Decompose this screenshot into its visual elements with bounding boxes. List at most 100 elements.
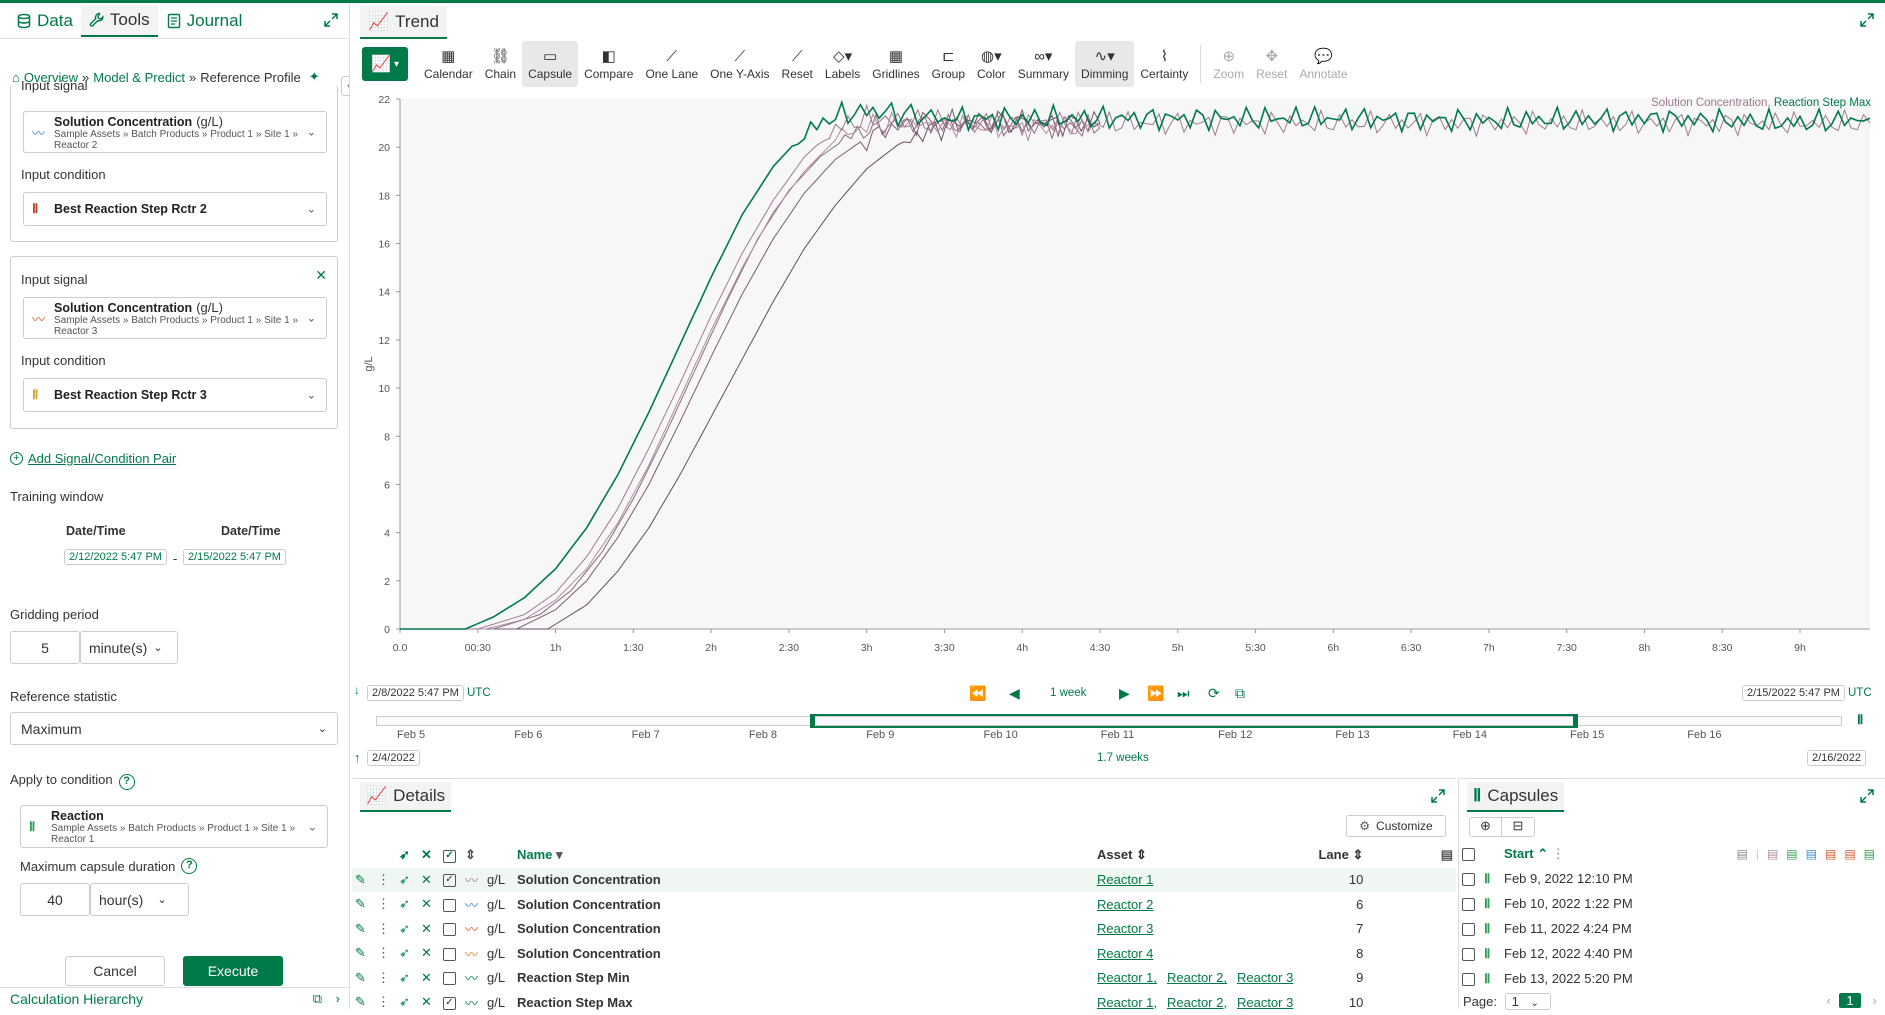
asset-link[interactable]: Reactor 2: [1097, 897, 1153, 912]
step-back-icon[interactable]: ◀: [1009, 685, 1020, 702]
collapse-panel-button[interactable]: ‹: [341, 76, 349, 96]
toolbar-summary-button[interactable]: ∞▾ Summary: [1012, 41, 1075, 87]
display-start-input[interactable]: 2/8/2022 5:47 PM: [367, 685, 464, 701]
toolbar-calendar-button[interactable]: ▦ Calendar: [418, 41, 479, 87]
overall-end-input[interactable]: 2/16/2022: [1807, 750, 1866, 766]
remove-icon[interactable]: ✕: [421, 896, 432, 911]
more-options-icon[interactable]: ⋮: [377, 921, 390, 936]
start-header[interactable]: Start ⌃ ⋮: [1501, 841, 1661, 866]
capsule-row[interactable]: Ⅱ Feb 10, 2022 1:22 PM: [1459, 891, 1885, 916]
more-options-icon[interactable]: ⋮: [377, 970, 390, 985]
input-signal-select[interactable]: 〰 Solution Concentration (g/L) Sample Ass…: [23, 111, 327, 153]
customize-button[interactable]: ⚙ Customize: [1346, 815, 1446, 837]
row-checkbox[interactable]: [443, 947, 456, 961]
toolbar-group-button[interactable]: ⊏ Group: [926, 41, 971, 87]
select-all-checkbox[interactable]: ✓: [440, 843, 462, 868]
table-row[interactable]: ✎ ⋮ ➶ ✕ 〰 g/L Solution Concentration Reactor 3 7: [352, 917, 1456, 942]
step-forward-icon[interactable]: ▶: [1119, 685, 1130, 702]
table-row[interactable]: ✎ ⋮ ➶ ✕ ✓ 〰 g/L Reaction Step Max Reactor 1, Reac…: [352, 990, 1456, 1015]
sort-icon[interactable]: ⇕: [462, 843, 484, 868]
toolbar-gridlines-button[interactable]: ▦ Gridlines: [866, 41, 925, 87]
row-checkbox[interactable]: [443, 923, 456, 937]
step-to-now-icon[interactable]: ⏭: [1177, 685, 1190, 702]
more-options-icon[interactable]: ⋮: [377, 945, 390, 960]
input-condition-select[interactable]: Ⅱ Best Reaction Step Rctr 3 ⌄: [23, 378, 327, 412]
cancel-button[interactable]: Cancel: [65, 956, 165, 986]
expand-icon[interactable]: [1859, 788, 1875, 804]
tab-capsules[interactable]: Ⅱ Capsules: [1467, 782, 1565, 812]
tab-trend[interactable]: 📈 Trend: [360, 6, 447, 39]
overview-selection[interactable]: [810, 714, 1578, 728]
more-options-icon[interactable]: ⋮: [377, 994, 390, 1009]
edit-icon[interactable]: ✎: [355, 872, 366, 887]
toolbar-zoom-button[interactable]: ⊕ Zoom: [1207, 41, 1250, 87]
asset-link[interactable]: Reactor 2,: [1167, 970, 1227, 985]
collapse-capsule-icon[interactable]: ⊟: [1502, 818, 1534, 836]
row-checkbox[interactable]: [1462, 873, 1475, 887]
toolbar-one-lane-button[interactable]: ⟋ One Lane: [639, 41, 704, 87]
capsule-column-icons[interactable]: ▤|▤▤▤▤▤▤: [1661, 841, 1885, 866]
edit-icon[interactable]: ✎: [355, 970, 366, 985]
more-options-icon[interactable]: ⋮: [377, 872, 390, 887]
training-start-input[interactable]: 2/12/2022 5:47 PM: [64, 549, 167, 565]
page-select[interactable]: 1 ⌄: [1504, 993, 1551, 1010]
toolbar-capsule-button[interactable]: ▭ Capsule: [522, 41, 579, 87]
toolbar-reset-button[interactable]: ✥ Reset: [1250, 41, 1293, 87]
capsule-toggle-icon[interactable]: Ⅱ: [1857, 712, 1863, 728]
gridding-unit-select[interactable]: minute(s) ⌄: [80, 631, 178, 664]
edit-icon[interactable]: ✎: [355, 994, 366, 1009]
lane-header[interactable]: Lane ⇕: [1306, 843, 1366, 868]
pin-icon[interactable]: ➶: [399, 921, 410, 936]
training-end-input[interactable]: 2/15/2022 5:47 PM: [183, 549, 286, 565]
current-page-button[interactable]: 1: [1839, 993, 1861, 1008]
row-checkbox[interactable]: [1462, 898, 1475, 912]
calculation-hierarchy-bar[interactable]: Calculation Hierarchy ⧉ ›: [0, 987, 349, 1009]
view-type-button[interactable]: 📈 ▾: [362, 47, 408, 81]
asset-link[interactable]: Reactor 3: [1237, 995, 1293, 1010]
overall-span[interactable]: 1.7 weeks: [1097, 752, 1149, 764]
select-all-checkbox[interactable]: [1459, 841, 1481, 866]
toolbar-color-button[interactable]: ◍▾ Color: [971, 41, 1012, 87]
asset-link[interactable]: Reactor 3: [1097, 921, 1153, 936]
pin-all-icon[interactable]: ➶: [396, 843, 418, 868]
toolbar-one-y-axis-button[interactable]: ⟋ One Y-Axis: [704, 41, 775, 87]
tab-tools[interactable]: Tools: [80, 4, 158, 37]
capsule-row[interactable]: Ⅱ Feb 11, 2022 4:24 PM: [1459, 916, 1885, 941]
pin-icon[interactable]: ➶: [399, 970, 410, 985]
step-back-full-icon[interactable]: ⏪: [969, 685, 986, 702]
reference-statistic-select[interactable]: Maximum ⌄: [10, 712, 338, 745]
capsule-row[interactable]: Ⅱ Feb 12, 2022 4:40 PM: [1459, 941, 1885, 966]
row-checkbox[interactable]: [1462, 923, 1475, 937]
expand-icon[interactable]: [1430, 788, 1446, 804]
toolbar-certainty-button[interactable]: ⌇ Certainty: [1134, 41, 1194, 87]
asset-link[interactable]: Reactor 1,: [1097, 995, 1157, 1010]
apply-condition-select[interactable]: Ⅱ Reaction Sample Assets » Batch Product…: [20, 805, 328, 848]
row-checkbox[interactable]: ✓: [443, 996, 456, 1010]
asset-header[interactable]: Asset ⇕: [1094, 843, 1306, 868]
next-page-icon[interactable]: ›: [1873, 993, 1877, 1008]
tab-data[interactable]: Data: [8, 5, 81, 37]
max-duration-input[interactable]: 40: [20, 883, 90, 916]
execute-button[interactable]: Execute: [183, 956, 283, 986]
row-checkbox[interactable]: ✓: [443, 874, 456, 888]
toolbar-compare-button[interactable]: ◧ Compare: [578, 41, 639, 87]
help-icon[interactable]: ?: [181, 858, 198, 874]
row-checkbox[interactable]: [1462, 973, 1475, 987]
table-row[interactable]: ✎ ⋮ ➶ ✕ 〰 g/L Solution Concentration Reactor 2 6: [352, 892, 1456, 917]
remove-icon[interactable]: ✕: [421, 872, 432, 887]
display-end-input[interactable]: 2/15/2022 5:47 PM: [1742, 685, 1845, 701]
row-checkbox[interactable]: [443, 972, 456, 986]
input-signal-select[interactable]: 〰 Solution Concentration (g/L) Sample Ass…: [23, 297, 327, 339]
more-options-icon[interactable]: ⋮: [377, 896, 390, 911]
chevron-right-icon[interactable]: ›: [336, 991, 340, 1006]
row-checkbox[interactable]: [443, 898, 456, 912]
column-config-icon[interactable]: ▤: [1366, 843, 1456, 868]
expand-icon[interactable]: [1859, 12, 1875, 28]
remove-icon[interactable]: ✕: [421, 994, 432, 1009]
sparkle-icon[interactable]: ✦: [309, 69, 320, 85]
capsule-row[interactable]: Ⅱ Feb 13, 2022 5:20 PM: [1459, 966, 1885, 991]
asset-link[interactable]: Reactor 2,: [1167, 995, 1227, 1010]
edit-icon[interactable]: ✎: [355, 945, 366, 960]
tab-journal[interactable]: Journal: [158, 5, 251, 37]
toolbar-reset-button[interactable]: ⟋ Reset: [776, 41, 819, 87]
